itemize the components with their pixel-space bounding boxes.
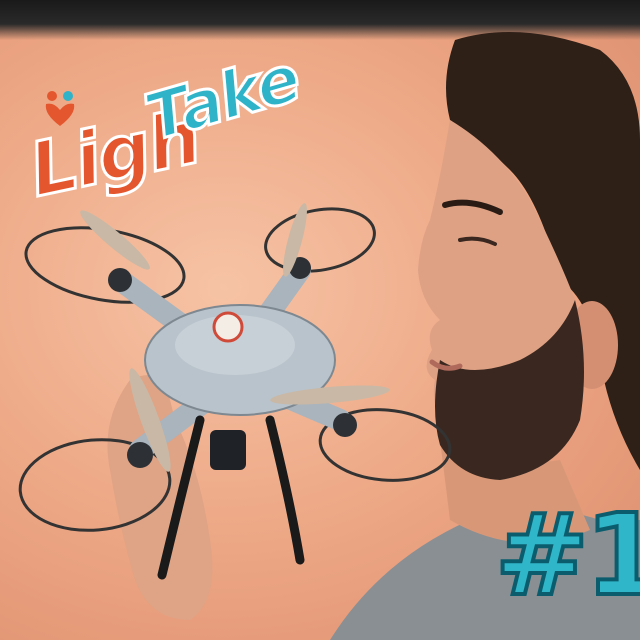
drone-camera [210, 430, 246, 470]
lightake-logo: Ligh Take [18, 38, 309, 238]
drone-badge [212, 311, 244, 343]
logo-text-take: Take [136, 41, 308, 158]
rank-badge: #1 [493, 491, 640, 621]
photo-scene: Ligh Take #1 [0, 0, 640, 640]
